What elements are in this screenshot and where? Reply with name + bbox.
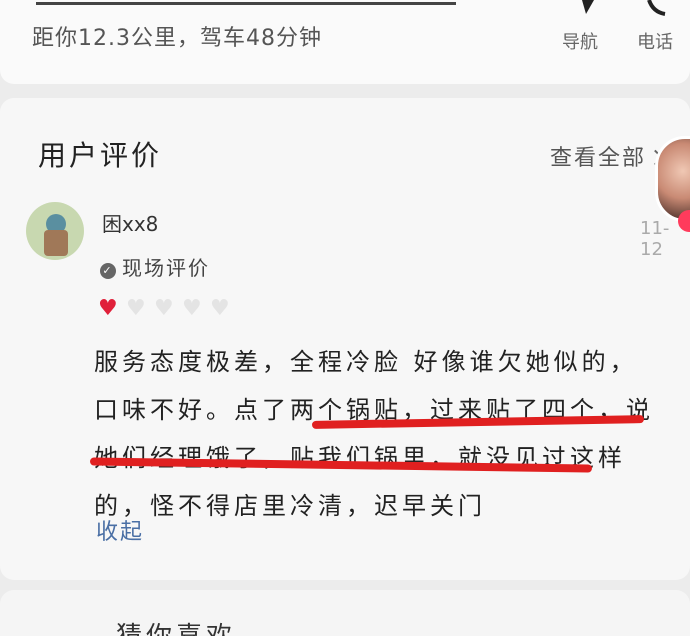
collapse-link[interactable]: 收起 <box>96 514 144 546</box>
onsite-review-tag: ✓ 现场评价 <box>100 252 210 281</box>
screen: 距你12.3公里，驾车48分钟 导航 电话 用户评价 查看全部 11-12 困x… <box>0 0 690 636</box>
reviewer-avatar[interactable] <box>26 202 84 260</box>
phone-icon <box>647 0 666 16</box>
store-distance: 距你12.3公里，驾车48分钟 <box>32 26 322 51</box>
reviewer-username[interactable]: 困xx8 <box>102 208 158 237</box>
floating-profile-avatar[interactable] <box>655 136 690 222</box>
navigate-button[interactable]: 导航 <box>545 0 615 70</box>
avatar-pot <box>44 230 68 256</box>
user-reviews-card: 用户评价 查看全部 11-12 困xx8 ✓ 现场评价 ♥ ♥ ♥ ♥ ♥ 服务态度极差，… <box>0 98 690 580</box>
recommend-title: 猜你喜欢 <box>116 616 236 636</box>
onsite-review-label: 现场评价 <box>122 256 210 280</box>
heart-empty-icon: ♥ <box>182 296 202 321</box>
recommend-card: 猜你喜欢 <box>0 590 690 636</box>
navigate-icon <box>582 0 594 14</box>
heart-empty-icon: ♥ <box>126 296 146 321</box>
view-all-link[interactable]: 查看全部 <box>550 140 664 172</box>
navigate-label: 导航 <box>562 32 598 53</box>
store-title-cropped <box>36 0 466 6</box>
section-title: 用户评价 <box>38 139 163 172</box>
store-info-card: 距你12.3公里，驾车48分钟 导航 电话 <box>0 0 690 84</box>
phone-button[interactable]: 电话 <box>620 0 690 70</box>
heart-filled-icon: ♥ <box>98 296 118 321</box>
heart-empty-icon: ♥ <box>210 296 230 321</box>
view-all-label: 查看全部 <box>550 146 647 171</box>
heart-empty-icon: ♥ <box>154 296 174 321</box>
review-text: 服务态度极差，全程冷脸 好像谁欠她似的，口味不好。点了两个锅贴，过来贴了四个，说… <box>94 348 654 520</box>
phone-label: 电话 <box>637 32 673 53</box>
verified-check-icon: ✓ <box>100 263 116 279</box>
rating-hearts: ♥ ♥ ♥ ♥ ♥ <box>98 298 234 320</box>
